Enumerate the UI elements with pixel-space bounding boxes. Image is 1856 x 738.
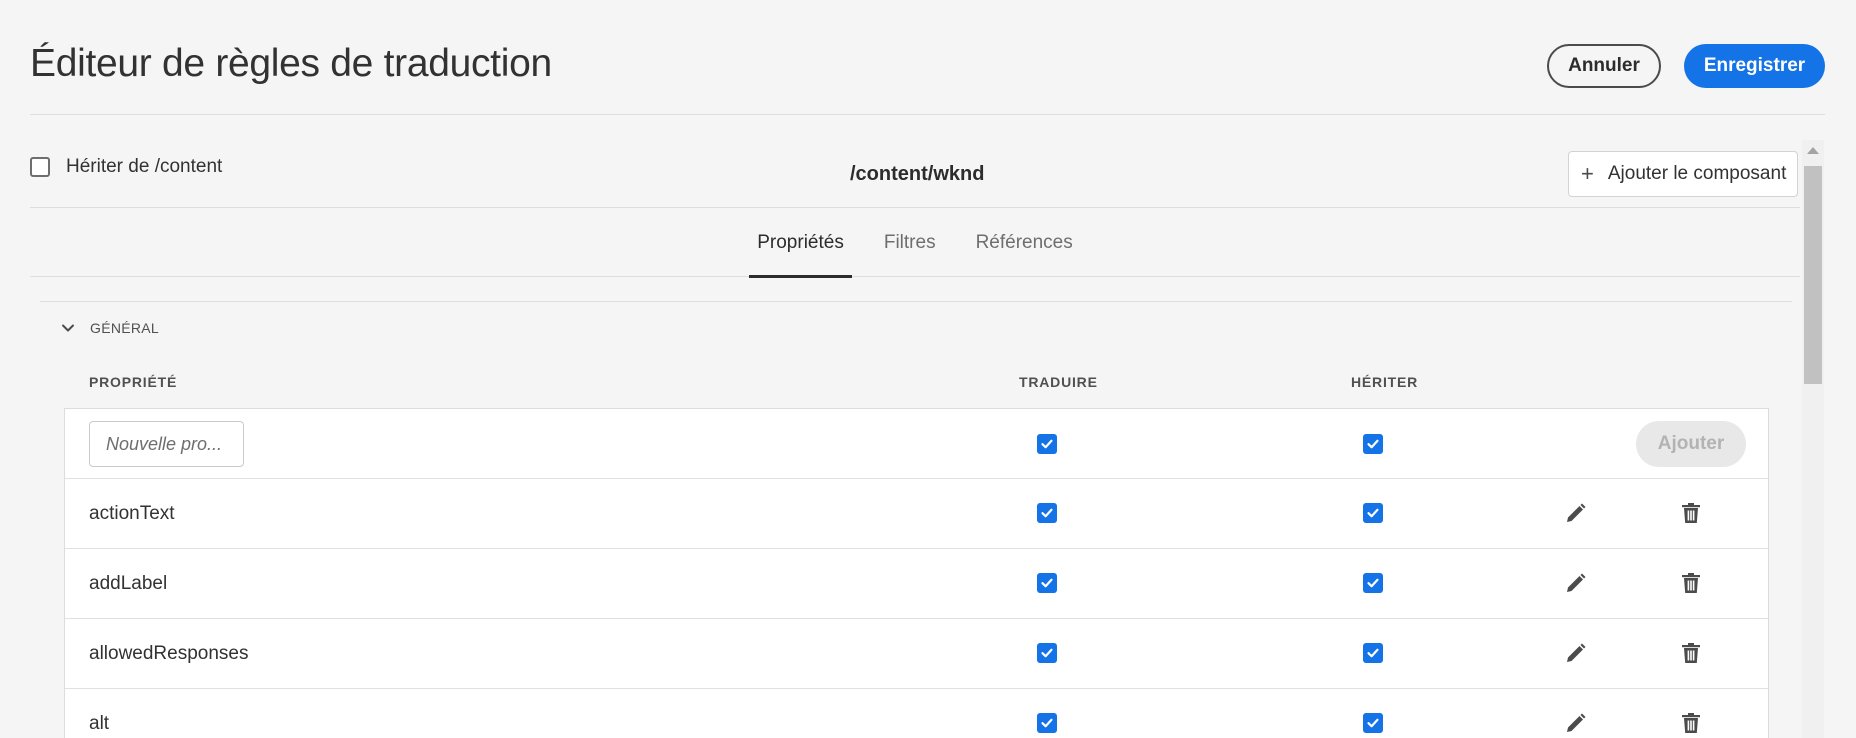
inherit-checkbox[interactable] bbox=[1363, 713, 1383, 733]
page-title: Éditeur de règles de traduction bbox=[30, 42, 552, 85]
add-property-button[interactable]: Ajouter bbox=[1636, 421, 1746, 467]
inherit-checkbox[interactable] bbox=[1363, 573, 1383, 593]
inherit-checkbox-row[interactable]: Hériter de /content bbox=[30, 156, 222, 178]
checkmark-icon bbox=[1367, 578, 1379, 588]
pencil-icon[interactable] bbox=[1562, 639, 1590, 667]
table-row: addLabel bbox=[65, 549, 1768, 619]
column-header-inherit: HÉRITER bbox=[1351, 374, 1419, 390]
property-name: addLabel bbox=[89, 572, 168, 594]
new-property-row: Ajouter bbox=[65, 409, 1768, 479]
cancel-button[interactable]: Annuler bbox=[1547, 44, 1661, 88]
tab-bar: Propriétés Filtres Références bbox=[30, 208, 1800, 278]
plus-icon: + bbox=[1581, 161, 1594, 186]
checkmark-icon bbox=[1367, 439, 1379, 449]
property-name: actionText bbox=[89, 502, 175, 524]
property-name: alt bbox=[89, 712, 110, 734]
tab-properties[interactable]: Propriétés bbox=[749, 208, 852, 278]
divider bbox=[40, 301, 1792, 302]
new-translate-checkbox[interactable] bbox=[1037, 434, 1057, 454]
table-row: actionText bbox=[65, 479, 1768, 549]
checkmark-icon bbox=[1041, 718, 1053, 728]
section-toggle-general[interactable]: GÉNÉRAL bbox=[60, 320, 159, 336]
translate-checkbox[interactable] bbox=[1037, 573, 1057, 593]
checkmark-icon bbox=[1367, 648, 1379, 658]
add-component-button[interactable]: + Ajouter le composant bbox=[1568, 151, 1798, 197]
properties-table: Ajouter actionText addLabel bbox=[64, 408, 1769, 738]
inherit-checkbox[interactable] bbox=[1363, 503, 1383, 523]
property-name: allowedResponses bbox=[89, 642, 249, 664]
checkmark-icon bbox=[1367, 508, 1379, 518]
tab-filters[interactable]: Filtres bbox=[884, 208, 936, 277]
table-row: allowedResponses bbox=[65, 619, 1768, 689]
section-label: GÉNÉRAL bbox=[90, 320, 160, 336]
save-button[interactable]: Enregistrer bbox=[1684, 44, 1825, 88]
chevron-down-icon bbox=[62, 324, 74, 332]
table-row: alt bbox=[65, 689, 1768, 738]
new-property-input[interactable] bbox=[89, 421, 244, 467]
checkmark-icon bbox=[1041, 648, 1053, 658]
page-header: Éditeur de règles de traduction Annuler … bbox=[30, 0, 1825, 115]
checkmark-icon bbox=[1041, 439, 1053, 449]
tab-references[interactable]: Références bbox=[976, 208, 1073, 277]
pencil-icon[interactable] bbox=[1562, 569, 1590, 597]
inherit-checkbox[interactable] bbox=[30, 157, 50, 177]
inherit-checkbox[interactable] bbox=[1363, 643, 1383, 663]
translate-checkbox[interactable] bbox=[1037, 643, 1057, 663]
trash-icon[interactable] bbox=[1677, 639, 1705, 667]
checkmark-icon bbox=[1041, 508, 1053, 518]
trash-icon[interactable] bbox=[1677, 499, 1705, 527]
content-path: /content/wknd bbox=[850, 163, 985, 185]
scroll-up-arrow-icon[interactable] bbox=[1807, 147, 1819, 154]
trash-icon[interactable] bbox=[1677, 709, 1705, 737]
add-component-label: Ajouter le composant bbox=[1607, 163, 1787, 184]
trash-icon[interactable] bbox=[1677, 569, 1705, 597]
inherit-label: Hériter de /content bbox=[66, 156, 223, 177]
new-inherit-checkbox[interactable] bbox=[1363, 434, 1383, 454]
path-bar: Hériter de /content /content/wknd + Ajou… bbox=[30, 115, 1800, 208]
pencil-icon[interactable] bbox=[1562, 499, 1590, 527]
translate-checkbox[interactable] bbox=[1037, 503, 1057, 523]
checkmark-icon bbox=[1041, 578, 1053, 588]
scrollbar-thumb[interactable] bbox=[1804, 166, 1822, 384]
translate-checkbox[interactable] bbox=[1037, 713, 1057, 733]
checkmark-icon bbox=[1367, 718, 1379, 728]
pencil-icon[interactable] bbox=[1562, 709, 1590, 737]
column-header-property: PROPRIÉTÉ bbox=[89, 374, 178, 390]
column-header-translate: TRADUIRE bbox=[1019, 374, 1098, 390]
